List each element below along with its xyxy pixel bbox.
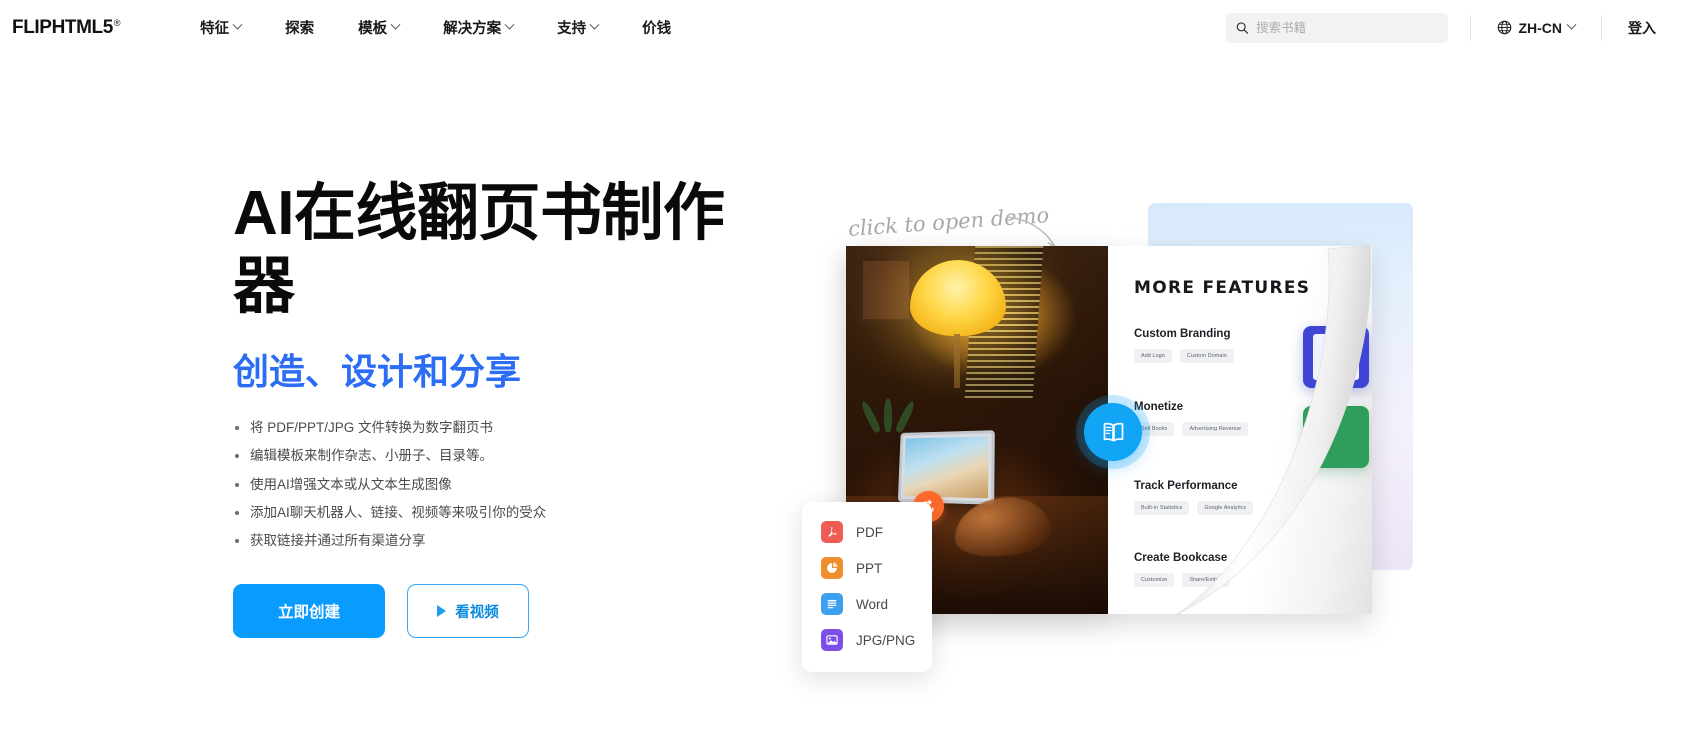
format-item-word[interactable]: Word bbox=[802, 586, 932, 622]
format-label: PPT bbox=[856, 560, 883, 576]
chevron-down-icon bbox=[390, 19, 401, 30]
chevron-down-icon bbox=[1566, 19, 1577, 30]
list-item: 将 PDF/PPT/JPG 文件转换为数字翻页书 bbox=[233, 419, 793, 437]
create-now-button[interactable]: 立即创建 bbox=[233, 584, 385, 639]
feature-heading: Custom Branding bbox=[1134, 328, 1231, 340]
lamp-stem bbox=[954, 334, 960, 388]
chevron-down-icon bbox=[232, 19, 243, 30]
demo-feature-page[interactable]: MORE FEATURES Custom Branding Add Logo C… bbox=[1108, 246, 1372, 614]
nav-item-pricing[interactable]: 价钱 bbox=[620, 11, 693, 44]
nav-label: 价钱 bbox=[642, 21, 672, 37]
feature-tags: Add Logo Custom Domain bbox=[1134, 349, 1234, 363]
open-book-badge[interactable] bbox=[1084, 403, 1142, 461]
feature-heading: Create Bookcase bbox=[1134, 552, 1228, 564]
search-box[interactable] bbox=[1226, 12, 1449, 43]
nav-item-solutions[interactable]: 解决方案 bbox=[421, 11, 535, 44]
nav-label: 探索 bbox=[285, 21, 315, 37]
feature-tag: Customize bbox=[1134, 573, 1175, 587]
feature-tags: Customize Share/Embed bbox=[1134, 573, 1231, 587]
book-edit-icon bbox=[1103, 422, 1123, 441]
format-dropdown-menu[interactable]: PDF PPT Word JPG/PNG bbox=[802, 502, 932, 672]
feature-tag: Google Analytics bbox=[1197, 501, 1254, 515]
site-header: FLIPHTML5 ® 特征 探索 模板 解决方案 支持 价钱 搜索书籍 ZH-… bbox=[0, 0, 1694, 55]
watch-video-button[interactable]: 看视频 bbox=[407, 584, 529, 639]
nav-item-support[interactable]: 支持 bbox=[535, 11, 620, 44]
format-item-ppt[interactable]: PPT bbox=[802, 550, 932, 586]
plant-icon bbox=[859, 380, 917, 434]
feature-section-track-performance: Track Performance Built-in Statistics Go… bbox=[1134, 480, 1254, 515]
nav-label: 支持 bbox=[557, 21, 587, 37]
nav-label: 模板 bbox=[358, 21, 388, 37]
nav-item-explore[interactable]: 探索 bbox=[263, 11, 336, 44]
format-label: PDF bbox=[856, 524, 883, 540]
search-icon bbox=[1237, 21, 1249, 34]
nav-label: 特征 bbox=[200, 21, 230, 37]
feature-tags: Built-in Statistics Google Analytics bbox=[1134, 501, 1254, 515]
list-item: 获取链接并通过所有渠道分享 bbox=[233, 532, 793, 550]
hero-artwork: click to open demo MORE FEATURES Custom … bbox=[800, 55, 1694, 748]
list-item: 添加AI聊天机器人、链接、视频等来吸引你的受众 bbox=[233, 504, 793, 522]
page-title: AI在线翻页书制作器 bbox=[233, 179, 725, 321]
nav-item-features[interactable]: 特征 bbox=[178, 11, 263, 44]
site-logo[interactable]: FLIPHTML5 ® bbox=[12, 16, 121, 39]
language-label: ZH-CN bbox=[1518, 19, 1562, 36]
image-icon bbox=[821, 629, 843, 651]
feature-tag: Advertising Revenue bbox=[1182, 422, 1249, 436]
hero-subtitle: 创造、设计和分享 bbox=[233, 351, 522, 393]
logo-text: FLIPHTML5 bbox=[12, 16, 113, 38]
feature-tag: Custom Domain bbox=[1179, 349, 1234, 363]
language-selector[interactable]: ZH-CN bbox=[1471, 20, 1601, 36]
format-label: JPG/PNG bbox=[856, 632, 916, 648]
play-icon bbox=[437, 605, 447, 618]
cta-row: 立即创建 看视频 bbox=[233, 584, 793, 639]
logo-registered-mark: ® bbox=[113, 17, 121, 28]
list-item: 编辑模板来制作杂志、小册子、目录等。 bbox=[233, 447, 793, 465]
ppt-icon bbox=[821, 557, 843, 579]
login-link[interactable]: 登入 bbox=[1602, 18, 1674, 38]
feature-page-title: MORE FEATURES bbox=[1134, 278, 1311, 298]
feature-section-custom-branding: Custom Branding Add Logo Custom Domain bbox=[1134, 328, 1234, 363]
hero-section: AI在线翻页书制作器 创造、设计和分享 将 PDF/PPT/JPG 文件转换为数… bbox=[0, 55, 1694, 748]
nav-label: 解决方案 bbox=[443, 21, 502, 37]
feature-section-monetize: Monetize Sell Books Advertising Revenue bbox=[1134, 401, 1249, 436]
globe-icon bbox=[1498, 20, 1512, 35]
feature-tag: Built-in Statistics bbox=[1134, 501, 1190, 515]
chevron-down-icon bbox=[589, 19, 600, 30]
mini-card-monetize bbox=[1303, 406, 1369, 468]
main-navigation: 特征 探索 模板 解决方案 支持 价钱 bbox=[178, 11, 693, 44]
format-item-pdf[interactable]: PDF bbox=[802, 514, 932, 550]
feature-tag: Share/Embed bbox=[1182, 573, 1231, 587]
chevron-down-icon bbox=[504, 19, 515, 30]
feature-section-create-bookcase: Create Bookcase Customize Share/Embed bbox=[1134, 552, 1231, 587]
list-item: 使用AI增强文本或从文本生成图像 bbox=[233, 476, 793, 494]
tablet-screen bbox=[903, 436, 989, 499]
feature-heading: Track Performance bbox=[1134, 480, 1238, 492]
wall-picture-frame bbox=[860, 258, 912, 322]
search-input[interactable] bbox=[1256, 20, 1439, 35]
format-item-jpg-png[interactable]: JPG/PNG bbox=[802, 622, 932, 658]
mini-card-branding bbox=[1303, 326, 1369, 388]
hero-feature-list: 将 PDF/PPT/JPG 文件转换为数字翻页书 编辑模板来制作杂志、小册子、目… bbox=[233, 419, 793, 550]
feature-tag: Add Logo bbox=[1134, 349, 1172, 363]
feature-heading: Monetize bbox=[1134, 401, 1184, 413]
pdf-icon bbox=[821, 521, 843, 543]
feature-tags: Sell Books Advertising Revenue bbox=[1134, 422, 1249, 436]
tablet-device bbox=[897, 430, 995, 505]
nav-item-templates[interactable]: 模板 bbox=[336, 11, 421, 44]
header-actions: ZH-CN 登入 bbox=[1226, 0, 1674, 55]
format-label: Word bbox=[856, 596, 889, 612]
watch-video-label: 看视频 bbox=[455, 604, 499, 621]
word-icon bbox=[821, 593, 843, 615]
hero-copy: AI在线翻页书制作器 创造、设计和分享 将 PDF/PPT/JPG 文件转换为数… bbox=[233, 178, 793, 639]
